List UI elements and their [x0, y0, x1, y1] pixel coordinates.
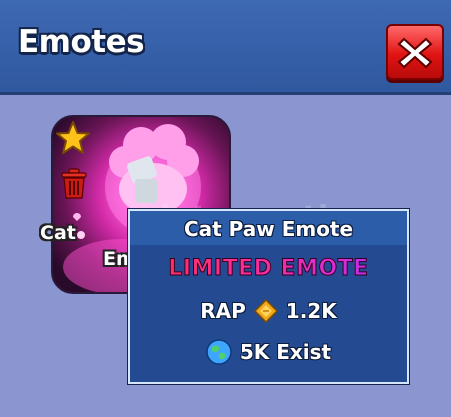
page-title: Emotes	[18, 24, 145, 60]
rap-label: RAP	[200, 299, 246, 323]
close-button[interactable]	[386, 24, 444, 80]
exist-count: 5K Exist	[239, 340, 332, 364]
trash-icon[interactable]	[60, 168, 88, 200]
emotes-window: Emotes Cat Em Cat Paw Emote LIMITED EMOT…	[0, 0, 451, 417]
item-tooltip: Cat Paw Emote LIMITED EMOTE RAP 1.2K 5K …	[128, 209, 409, 384]
diamond-icon	[253, 299, 278, 323]
rap-row: RAP 1.2K	[130, 299, 407, 323]
window-header: Emotes	[0, 0, 451, 95]
exist-row: 5K Exist	[130, 339, 407, 365]
globe-icon	[206, 339, 232, 365]
emote-name: Cat Paw Emote	[183, 217, 354, 241]
close-icon	[397, 37, 433, 69]
rarity-label: LIMITED EMOTE	[130, 256, 407, 282]
rap-value: 1.2K	[285, 299, 337, 323]
star-icon[interactable]	[55, 120, 91, 156]
